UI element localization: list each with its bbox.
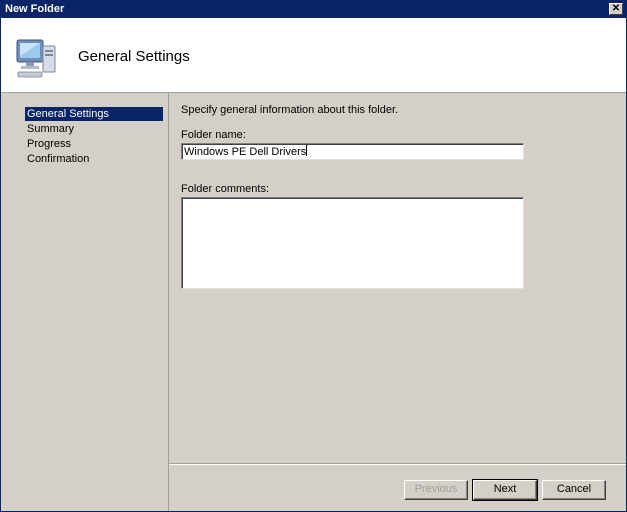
text-caret: [306, 145, 308, 156]
folder-name-input[interactable]: Windows PE Dell Drivers: [181, 143, 524, 160]
next-button[interactable]: Next: [472, 479, 538, 501]
sidebar-item-progress[interactable]: Progress: [25, 137, 163, 151]
new-folder-dialog: New Folder ✕ General Settings General Se…: [0, 0, 627, 512]
page-title: General Settings: [78, 48, 190, 65]
sidebar-item-general-settings[interactable]: General Settings: [25, 107, 163, 121]
folder-comments-textarea[interactable]: [181, 197, 524, 289]
folder-name-label: Folder name:: [181, 129, 246, 141]
title-bar[interactable]: New Folder ✕: [1, 1, 626, 18]
window-title: New Folder: [5, 3, 65, 15]
sidebar-item-summary[interactable]: Summary: [25, 122, 163, 136]
close-icon: ✕: [611, 3, 621, 14]
main-panel: Specify general information about this f…: [169, 93, 626, 463]
cancel-button[interactable]: Cancel: [542, 480, 606, 500]
previous-button[interactable]: Previous: [404, 480, 468, 500]
wizard-steps-sidebar: General Settings Summary Progress Confir…: [1, 93, 169, 511]
footer-divider: [169, 463, 626, 465]
instructions-text: Specify general information about this f…: [181, 104, 399, 116]
folder-comments-label: Folder comments:: [181, 183, 270, 195]
computer-icon: [16, 39, 56, 78]
sidebar-item-confirmation[interactable]: Confirmation: [25, 152, 163, 166]
close-button[interactable]: ✕: [609, 3, 623, 15]
wizard-header: General Settings: [1, 18, 626, 93]
folder-name-value: Windows PE Dell Drivers: [184, 146, 307, 158]
